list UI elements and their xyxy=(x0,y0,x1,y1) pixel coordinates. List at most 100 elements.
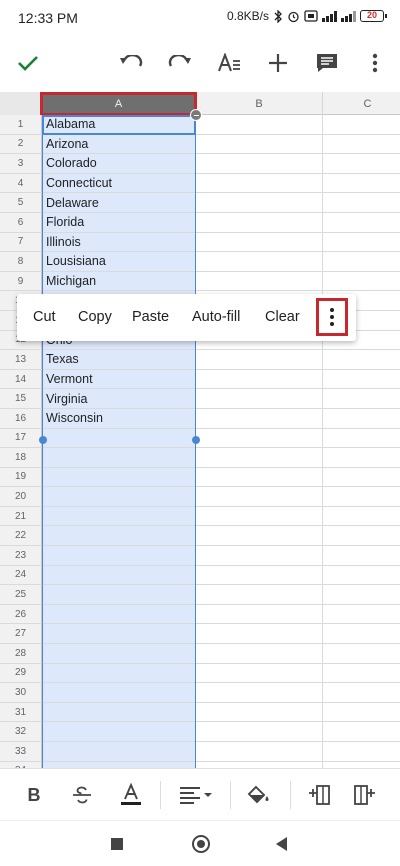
cell-a[interactable] xyxy=(42,487,196,506)
cell-a[interactable] xyxy=(42,683,196,702)
fill-color-icon[interactable] xyxy=(246,783,272,807)
menu-item-copy[interactable]: Copy xyxy=(78,309,112,325)
menu-item-paste[interactable]: Paste xyxy=(132,309,169,325)
row-header[interactable]: 13 xyxy=(0,350,42,369)
cell-a[interactable] xyxy=(42,624,196,644)
row-header[interactable]: 30 xyxy=(0,683,42,702)
column-header-c[interactable]: C xyxy=(323,92,400,115)
cell-a[interactable]: Wisconsin xyxy=(42,408,196,428)
cell-b[interactable] xyxy=(196,193,323,212)
cell-a[interactable]: Florida xyxy=(42,212,196,232)
cell-b[interactable] xyxy=(196,154,323,173)
plus-icon[interactable] xyxy=(264,49,292,77)
row-header[interactable]: 31 xyxy=(0,702,42,722)
row-header[interactable]: 27 xyxy=(0,624,42,644)
cell-a[interactable]: Texas xyxy=(42,350,196,369)
row-header[interactable]: 16 xyxy=(0,408,42,428)
cell-a[interactable] xyxy=(42,585,196,604)
column-resize-handle[interactable] xyxy=(190,109,202,121)
cell-a[interactable] xyxy=(42,644,196,663)
row-header[interactable]: 23 xyxy=(0,546,42,565)
cell-b[interactable] xyxy=(196,232,323,252)
cell-b[interactable] xyxy=(196,389,323,408)
comment-icon[interactable] xyxy=(313,49,341,77)
row-header[interactable]: 9 xyxy=(0,271,42,291)
cell-b[interactable] xyxy=(196,604,323,624)
cell-a[interactable] xyxy=(42,742,196,761)
row-header[interactable]: 29 xyxy=(0,663,42,683)
more-vert-icon[interactable] xyxy=(316,298,348,336)
row-header[interactable]: 24 xyxy=(0,565,42,585)
cell-b[interactable] xyxy=(196,408,323,428)
row-header[interactable]: 1 xyxy=(0,115,42,134)
more-vert-icon[interactable] xyxy=(361,49,389,77)
cell-b[interactable] xyxy=(196,487,323,506)
menu-item-clear[interactable]: Clear xyxy=(265,309,300,325)
text-format-icon[interactable] xyxy=(215,49,243,77)
cell-b[interactable] xyxy=(196,585,323,604)
bold-icon[interactable]: B xyxy=(24,783,44,807)
cell-a[interactable]: Vermont xyxy=(42,369,196,389)
cell-b[interactable] xyxy=(196,271,323,291)
cell-b[interactable] xyxy=(196,565,323,585)
row-header[interactable]: 15 xyxy=(0,389,42,408)
cell-b[interactable] xyxy=(196,350,323,369)
row-header[interactable]: 28 xyxy=(0,644,42,663)
cell-b[interactable] xyxy=(196,702,323,722)
cell-b[interactable] xyxy=(196,506,323,526)
cell-b[interactable] xyxy=(196,467,323,487)
row-header[interactable]: 20 xyxy=(0,487,42,506)
undo-icon[interactable] xyxy=(117,49,145,77)
cell-b[interactable] xyxy=(196,428,323,448)
cell-b[interactable] xyxy=(196,663,323,683)
cell-b[interactable] xyxy=(196,134,323,154)
cell-b[interactable] xyxy=(196,683,323,702)
row-header[interactable]: 7 xyxy=(0,232,42,252)
cell-a[interactable]: Virginia xyxy=(42,389,196,408)
menu-item-cut[interactable]: Cut xyxy=(33,309,56,325)
cell-a[interactable] xyxy=(42,702,196,722)
home-button[interactable] xyxy=(192,835,210,853)
cell-a[interactable]: Connecticut xyxy=(42,173,196,193)
cell-a[interactable] xyxy=(42,604,196,624)
cell-b[interactable] xyxy=(196,526,323,546)
row-header[interactable]: 14 xyxy=(0,369,42,389)
cell-b[interactable] xyxy=(196,173,323,193)
cell-b[interactable] xyxy=(196,252,323,271)
cell-a[interactable] xyxy=(42,663,196,683)
cell-a[interactable]: Lousisiana xyxy=(42,252,196,271)
row-header[interactable]: 17 xyxy=(0,428,42,448)
cell-a[interactable]: Colorado xyxy=(42,154,196,173)
cell-a[interactable] xyxy=(42,428,196,448)
row-header[interactable]: 19 xyxy=(0,467,42,487)
recents-button[interactable] xyxy=(111,838,123,850)
row-header[interactable]: 8 xyxy=(0,252,42,271)
cell-b[interactable] xyxy=(196,742,323,761)
row-header[interactable]: 3 xyxy=(0,154,42,173)
cell-a[interactable]: Illinois xyxy=(42,232,196,252)
cell-a[interactable] xyxy=(42,722,196,741)
row-header[interactable]: 22 xyxy=(0,526,42,546)
strikethrough-icon[interactable] xyxy=(70,783,94,807)
text-color-icon[interactable] xyxy=(118,783,144,807)
insert-column-right-icon[interactable] xyxy=(352,783,378,807)
align-icon[interactable] xyxy=(178,783,214,807)
cell-a[interactable] xyxy=(42,526,196,546)
cell-b[interactable] xyxy=(196,546,323,565)
cell-b[interactable] xyxy=(196,644,323,663)
menu-item-auto-fill[interactable]: Auto-fill xyxy=(192,309,240,325)
cell-b[interactable] xyxy=(196,212,323,232)
cell-b[interactable] xyxy=(196,624,323,644)
row-header[interactable]: 33 xyxy=(0,742,42,761)
selection-handle-right[interactable] xyxy=(192,436,200,444)
cell-a[interactable] xyxy=(42,448,196,467)
cell-b[interactable] xyxy=(196,448,323,467)
select-all-corner[interactable] xyxy=(0,92,42,115)
cell-a[interactable] xyxy=(42,467,196,487)
row-header[interactable]: 26 xyxy=(0,604,42,624)
row-header[interactable]: 25 xyxy=(0,585,42,604)
cell-b[interactable] xyxy=(196,722,323,741)
cell-b[interactable] xyxy=(196,369,323,389)
row-header[interactable]: 6 xyxy=(0,212,42,232)
check-icon[interactable] xyxy=(14,49,42,77)
